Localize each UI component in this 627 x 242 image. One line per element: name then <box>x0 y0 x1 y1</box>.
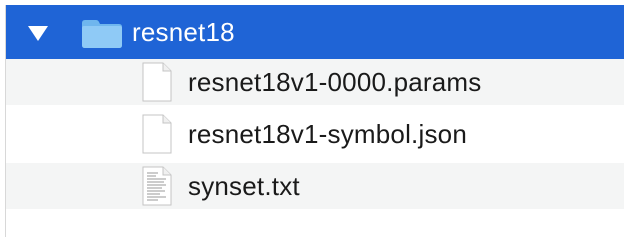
folder-icon <box>82 20 122 48</box>
folder-name: resnet18 <box>132 17 235 47</box>
text-document-icon <box>142 166 172 206</box>
finder-list-view: resnet18 resnet18v1-0000.params resnet18… <box>0 0 627 242</box>
blank-document-icon <box>142 114 172 154</box>
folder-row-resnet18[interactable]: resnet18 <box>6 5 624 59</box>
disclosure-triangle-icon[interactable] <box>28 26 48 41</box>
file-name: resnet18v1-0000.params <box>188 67 482 97</box>
file-row[interactable]: synset.txt <box>6 163 624 209</box>
blank-document-icon <box>142 62 172 102</box>
file-row[interactable]: resnet18v1-0000.params <box>6 59 624 105</box>
file-name: resnet18v1-symbol.json <box>188 119 467 149</box>
empty-row <box>6 215 624 237</box>
file-row[interactable]: resnet18v1-symbol.json <box>6 111 624 157</box>
file-name: synset.txt <box>188 171 300 201</box>
